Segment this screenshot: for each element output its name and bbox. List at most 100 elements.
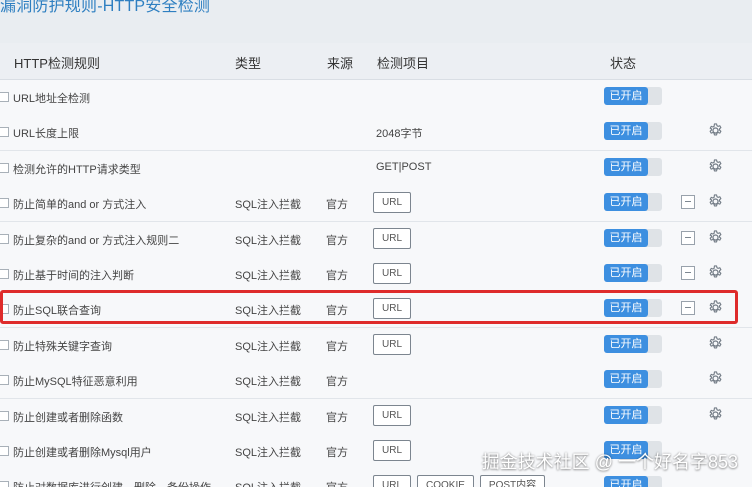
status-toggle[interactable]: 已开启 [604, 193, 648, 212]
table-row: 防止MySQL特征恶意利用 SQL注入拦截 官方 已开启 [0, 363, 752, 400]
waf-rules-page: 漏洞防护规则-HTTP安全检测 HTTP检测规则 类型 来源 检测项目 状态 U… [0, 0, 752, 487]
row-checkbox[interactable] [0, 410, 9, 421]
rule-name: 防止创建或者删除函数 [13, 411, 123, 424]
detection-item: 2048字节 [376, 128, 423, 141]
status-toggle[interactable]: 已开启 [604, 370, 648, 389]
detection-tags: URL COOKIE POST内容 [373, 475, 546, 487]
status-toggle[interactable]: 已开启 [604, 264, 648, 282]
gear-icon[interactable] [707, 229, 724, 246]
status-toggle[interactable]: 已开启 [604, 87, 648, 105]
table-row: 防止创建或者删除函数 SQL注入拦截 官方 URL 已开启 [0, 398, 752, 435]
status-toggle[interactable]: 已开启 [604, 157, 648, 176]
status-toggle-wrapper: 已开启 [604, 405, 662, 424]
header-status: 状态 [610, 56, 637, 71]
rule-type: SQL注入拦截 [235, 479, 301, 487]
gear-icon[interactable] [707, 299, 724, 316]
detection-tag[interactable]: URL [373, 192, 412, 214]
row-checkbox[interactable] [0, 339, 9, 350]
minus-button[interactable] [681, 230, 695, 245]
detection-tags: URL [373, 263, 412, 284]
row-checkbox[interactable] [0, 127, 9, 138]
gear-icon[interactable] [707, 406, 724, 423]
detection-tag[interactable]: URL [373, 227, 412, 249]
rules-table: HTTP检测规则 类型 来源 检测项目 状态 URL地址全检测 已开启 URL长度上… [0, 43, 752, 487]
row-checkbox[interactable] [0, 481, 9, 487]
row-checkbox[interactable] [0, 162, 9, 173]
detection-item: GET|POST [376, 160, 432, 173]
page-title: 漏洞防护规则-HTTP安全检测 [0, 0, 211, 15]
rule-name: 防止特殊关键字查询 [13, 340, 112, 353]
rule-type: SQL注入拦截 [235, 376, 302, 389]
detection-tag[interactable]: URL [373, 475, 412, 487]
table-row: 检测允许的HTTP请求类型 GET|POST 已开启 [0, 150, 752, 187]
table-row: URL长度上限 2048字节 已开启 [0, 115, 752, 152]
detection-tag[interactable]: URL [373, 440, 412, 461]
detection-tag[interactable]: URL [373, 298, 412, 320]
rule-type: SQL注入拦截 [235, 447, 302, 459]
status-toggle[interactable]: 已开启 [604, 334, 648, 353]
status-toggle-wrapper: 已开启 [604, 157, 662, 176]
status-toggle[interactable]: 已开启 [604, 405, 648, 424]
gear-icon[interactable] [707, 264, 724, 281]
row-checkbox[interactable] [0, 269, 9, 279]
rule-source: 官方 [326, 447, 348, 459]
detection-tags: URL [373, 333, 412, 355]
status-toggle[interactable]: 已开启 [604, 228, 648, 247]
rule-source: 官方 [326, 305, 348, 318]
status-toggle[interactable]: 已开启 [604, 299, 648, 318]
row-checkbox[interactable] [0, 233, 9, 244]
detection-tag[interactable]: COOKIE [417, 475, 474, 487]
table-header: HTTP检测规则 类型 来源 检测项目 状态 [0, 43, 752, 80]
header-source: 来源 [327, 56, 354, 71]
rule-name: URL地址全检测 [13, 93, 91, 105]
rule-type: SQL注入拦截 [235, 411, 302, 424]
row-checkbox[interactable] [0, 446, 9, 456]
detection-tag[interactable]: POST内容 [479, 475, 546, 487]
row-checkbox[interactable] [0, 92, 9, 102]
row-checkbox[interactable] [0, 375, 9, 386]
status-toggle-wrapper: 已开启 [604, 264, 662, 282]
minus-button[interactable] [681, 195, 695, 210]
rule-type: SQL注入拦截 [235, 340, 302, 353]
detection-tags: URL [373, 440, 412, 461]
detection-tag[interactable]: URL [373, 263, 412, 284]
status-toggle[interactable]: 已开启 [604, 122, 648, 141]
status-toggle-wrapper: 已开启 [604, 193, 662, 212]
rule-name: 防止MySQL特征恶意利用 [13, 376, 138, 389]
header-items: 检测项目 [377, 56, 430, 71]
rule-name: 防止基于时间的注入判断 [13, 270, 134, 282]
rule-name: 防止创建或者删除Mysql用户 [13, 447, 152, 459]
rule-source: 官方 [326, 479, 348, 487]
detection-tags: URL [373, 192, 412, 214]
detection-tags: URL [373, 404, 412, 426]
rule-type: SQL注入拦截 [235, 270, 302, 282]
gear-icon[interactable] [707, 122, 724, 139]
watermark-text: 掘金技术社区 @ 一个好名字853 [481, 452, 738, 472]
table-row: 防止SQL联合查询 SQL注入拦截 官方 URL 已开启 [0, 292, 752, 329]
detection-tag[interactable]: URL [373, 404, 412, 426]
rule-name: 防止SQL联合查询 [13, 305, 102, 318]
gear-icon[interactable] [707, 158, 724, 175]
gear-icon[interactable] [707, 370, 724, 387]
row-checkbox[interactable] [0, 198, 9, 209]
table-row: 防止基于时间的注入判断 SQL注入拦截 官方 URL 已开启 [0, 257, 752, 293]
rule-source: 官方 [326, 199, 348, 212]
detection-tag[interactable]: URL [373, 333, 412, 355]
rule-source: 官方 [326, 270, 348, 282]
rule-name: URL长度上限 [13, 128, 80, 141]
minus-button[interactable] [681, 266, 695, 280]
rule-source: 官方 [326, 234, 348, 247]
detection-tags: URL [373, 298, 412, 320]
table-row: 防止复杂的and or 方式注入规则二 SQL注入拦截 官方 URL 已开启 [0, 221, 752, 258]
row-checkbox[interactable] [0, 304, 9, 315]
status-toggle-wrapper: 已开启 [604, 228, 662, 247]
gear-icon[interactable] [707, 193, 724, 210]
rule-type: SQL注入拦截 [235, 305, 302, 318]
status-toggle[interactable]: 已开启 [604, 476, 648, 487]
table-row: 防止特殊关键字查询 SQL注入拦截 官方 URL 已开启 [0, 327, 752, 364]
rule-name: 检测允许的HTTP请求类型 [13, 163, 141, 176]
header-rule: HTTP检测规则 [14, 56, 100, 71]
minus-button[interactable] [681, 301, 695, 316]
rule-source: 官方 [326, 340, 348, 353]
gear-icon[interactable] [707, 335, 724, 352]
